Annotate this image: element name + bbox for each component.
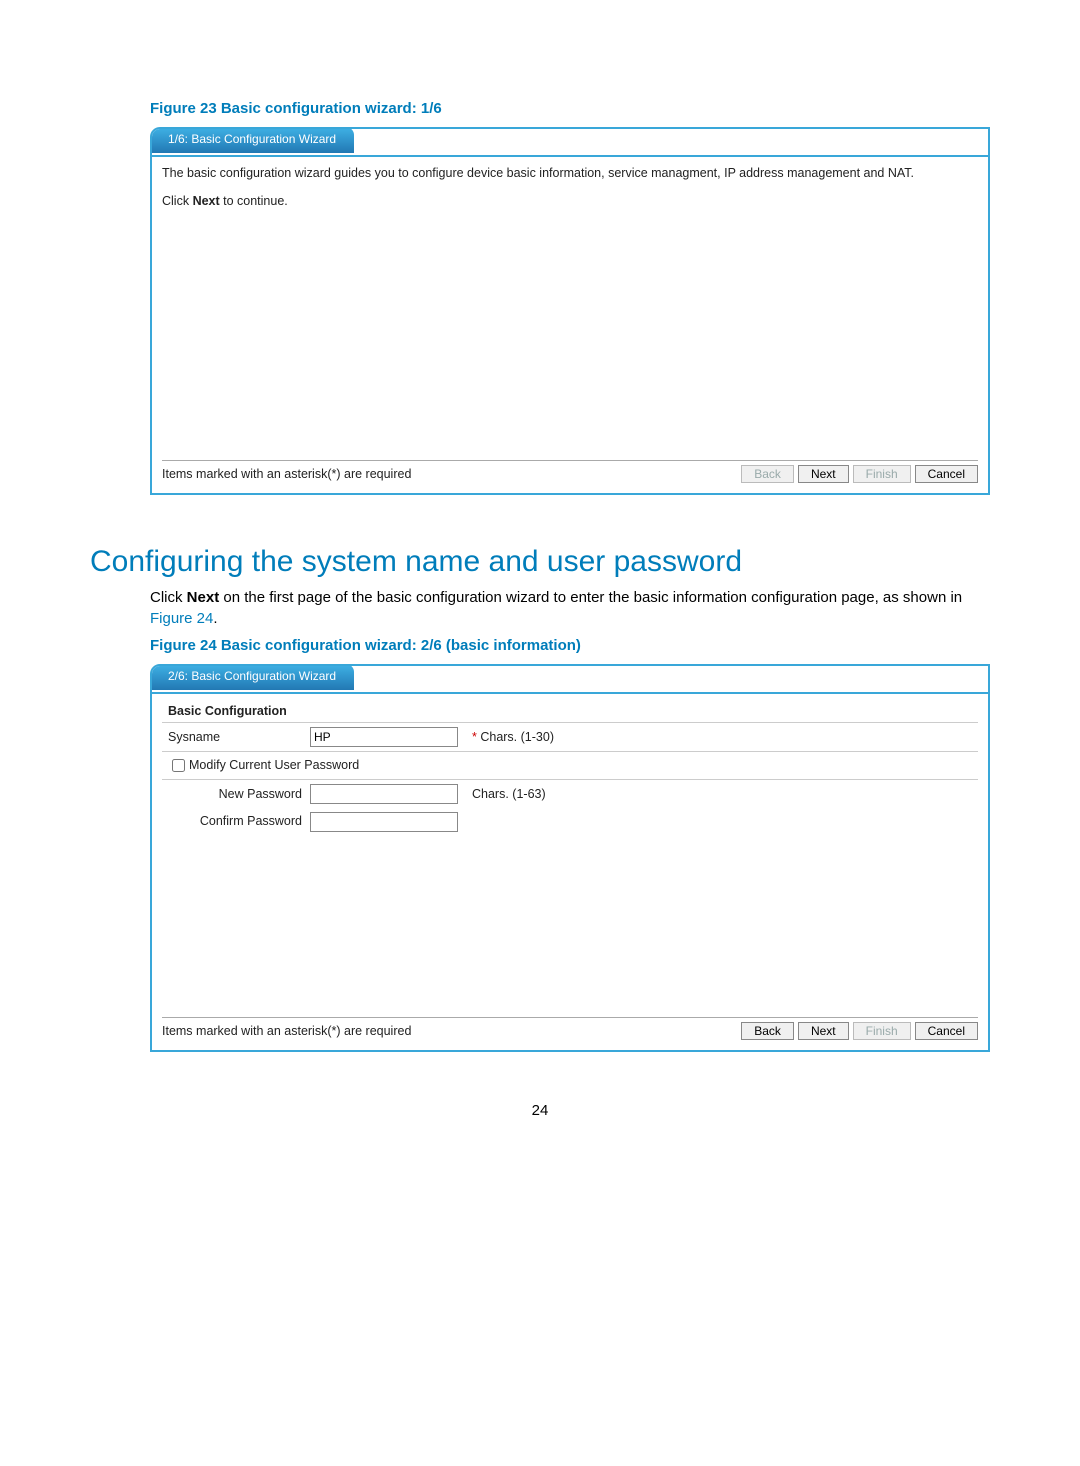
cancel-button[interactable]: Cancel — [915, 465, 978, 483]
sysname-label: Sysname — [162, 723, 304, 752]
section-paragraph: Click Next on the first page of the basi… — [150, 587, 990, 629]
figure23-wizard: 1/6: Basic Configuration Wizard The basi… — [150, 127, 990, 495]
modify-password-row: Modify Current User Password — [162, 752, 978, 780]
wizard2-footer: Items marked with an asterisk(*) are req… — [162, 1017, 978, 1040]
confirm-password-input[interactable] — [310, 812, 458, 832]
back-button[interactable]: Back — [741, 465, 794, 483]
para-mid: on the first page of the basic configura… — [219, 589, 962, 606]
confirm-password-label: Confirm Password — [162, 808, 304, 836]
new-password-hint: Chars. (1-63) — [466, 780, 978, 809]
wizard2-tabrow: 2/6: Basic Configuration Wizard — [152, 666, 988, 694]
wizard1-continue: Click Next to continue. — [162, 193, 978, 211]
basic-config-table: Basic Configuration Sysname * Chars. (1-… — [162, 700, 978, 836]
next-button[interactable]: Next — [798, 465, 849, 483]
wizard1-cont-post: to continue. — [220, 194, 288, 208]
wizard1-intro: The basic configuration wizard guides yo… — [162, 165, 978, 183]
back-button[interactable]: Back — [741, 1022, 794, 1040]
next-button[interactable]: Next — [798, 1022, 849, 1040]
wizard1-cont-bold: Next — [193, 194, 220, 208]
wizard2-body: Basic Configuration Sysname * Chars. (1-… — [152, 694, 988, 1050]
new-password-input[interactable] — [310, 784, 458, 804]
page-number: 24 — [90, 1102, 990, 1119]
figure24-link[interactable]: Figure 24 — [150, 610, 213, 627]
wizard2-required-note: Items marked with an asterisk(*) are req… — [162, 1024, 737, 1038]
cancel-button[interactable]: Cancel — [915, 1022, 978, 1040]
wizard1-footer: Items marked with an asterisk(*) are req… — [162, 460, 978, 483]
sysname-input[interactable] — [310, 727, 458, 747]
sysname-hint-cell: * Chars. (1-30) — [466, 723, 978, 752]
para-post: . — [213, 610, 217, 627]
figure23-caption: Figure 23 Basic configuration wizard: 1/… — [150, 100, 990, 117]
finish-button[interactable]: Finish — [853, 465, 911, 483]
modify-password-label: Modify Current User Password — [189, 758, 359, 772]
para-bold: Next — [187, 589, 220, 606]
para-pre: Click — [150, 589, 187, 606]
wizard1-body: The basic configuration wizard guides yo… — [152, 157, 988, 493]
figure24-wizard: 2/6: Basic Configuration Wizard Basic Co… — [150, 664, 990, 1052]
figure24-caption: Figure 24 Basic configuration wizard: 2/… — [150, 637, 990, 654]
wizard1-tabrow: 1/6: Basic Configuration Wizard — [152, 129, 988, 157]
finish-button[interactable]: Finish — [853, 1022, 911, 1040]
wizard1-tab: 1/6: Basic Configuration Wizard — [150, 127, 354, 153]
sysname-hint: Chars. (1-30) — [480, 730, 554, 744]
wizard2-tab: 2/6: Basic Configuration Wizard — [150, 664, 354, 690]
basic-config-header: Basic Configuration — [162, 700, 978, 723]
wizard1-cont-pre: Click — [162, 194, 193, 208]
modify-password-checkbox[interactable] — [172, 759, 185, 772]
section-heading: Configuring the system name and user pas… — [90, 545, 990, 579]
new-password-label: New Password — [162, 780, 304, 809]
wizard1-required-note: Items marked with an asterisk(*) are req… — [162, 467, 737, 481]
